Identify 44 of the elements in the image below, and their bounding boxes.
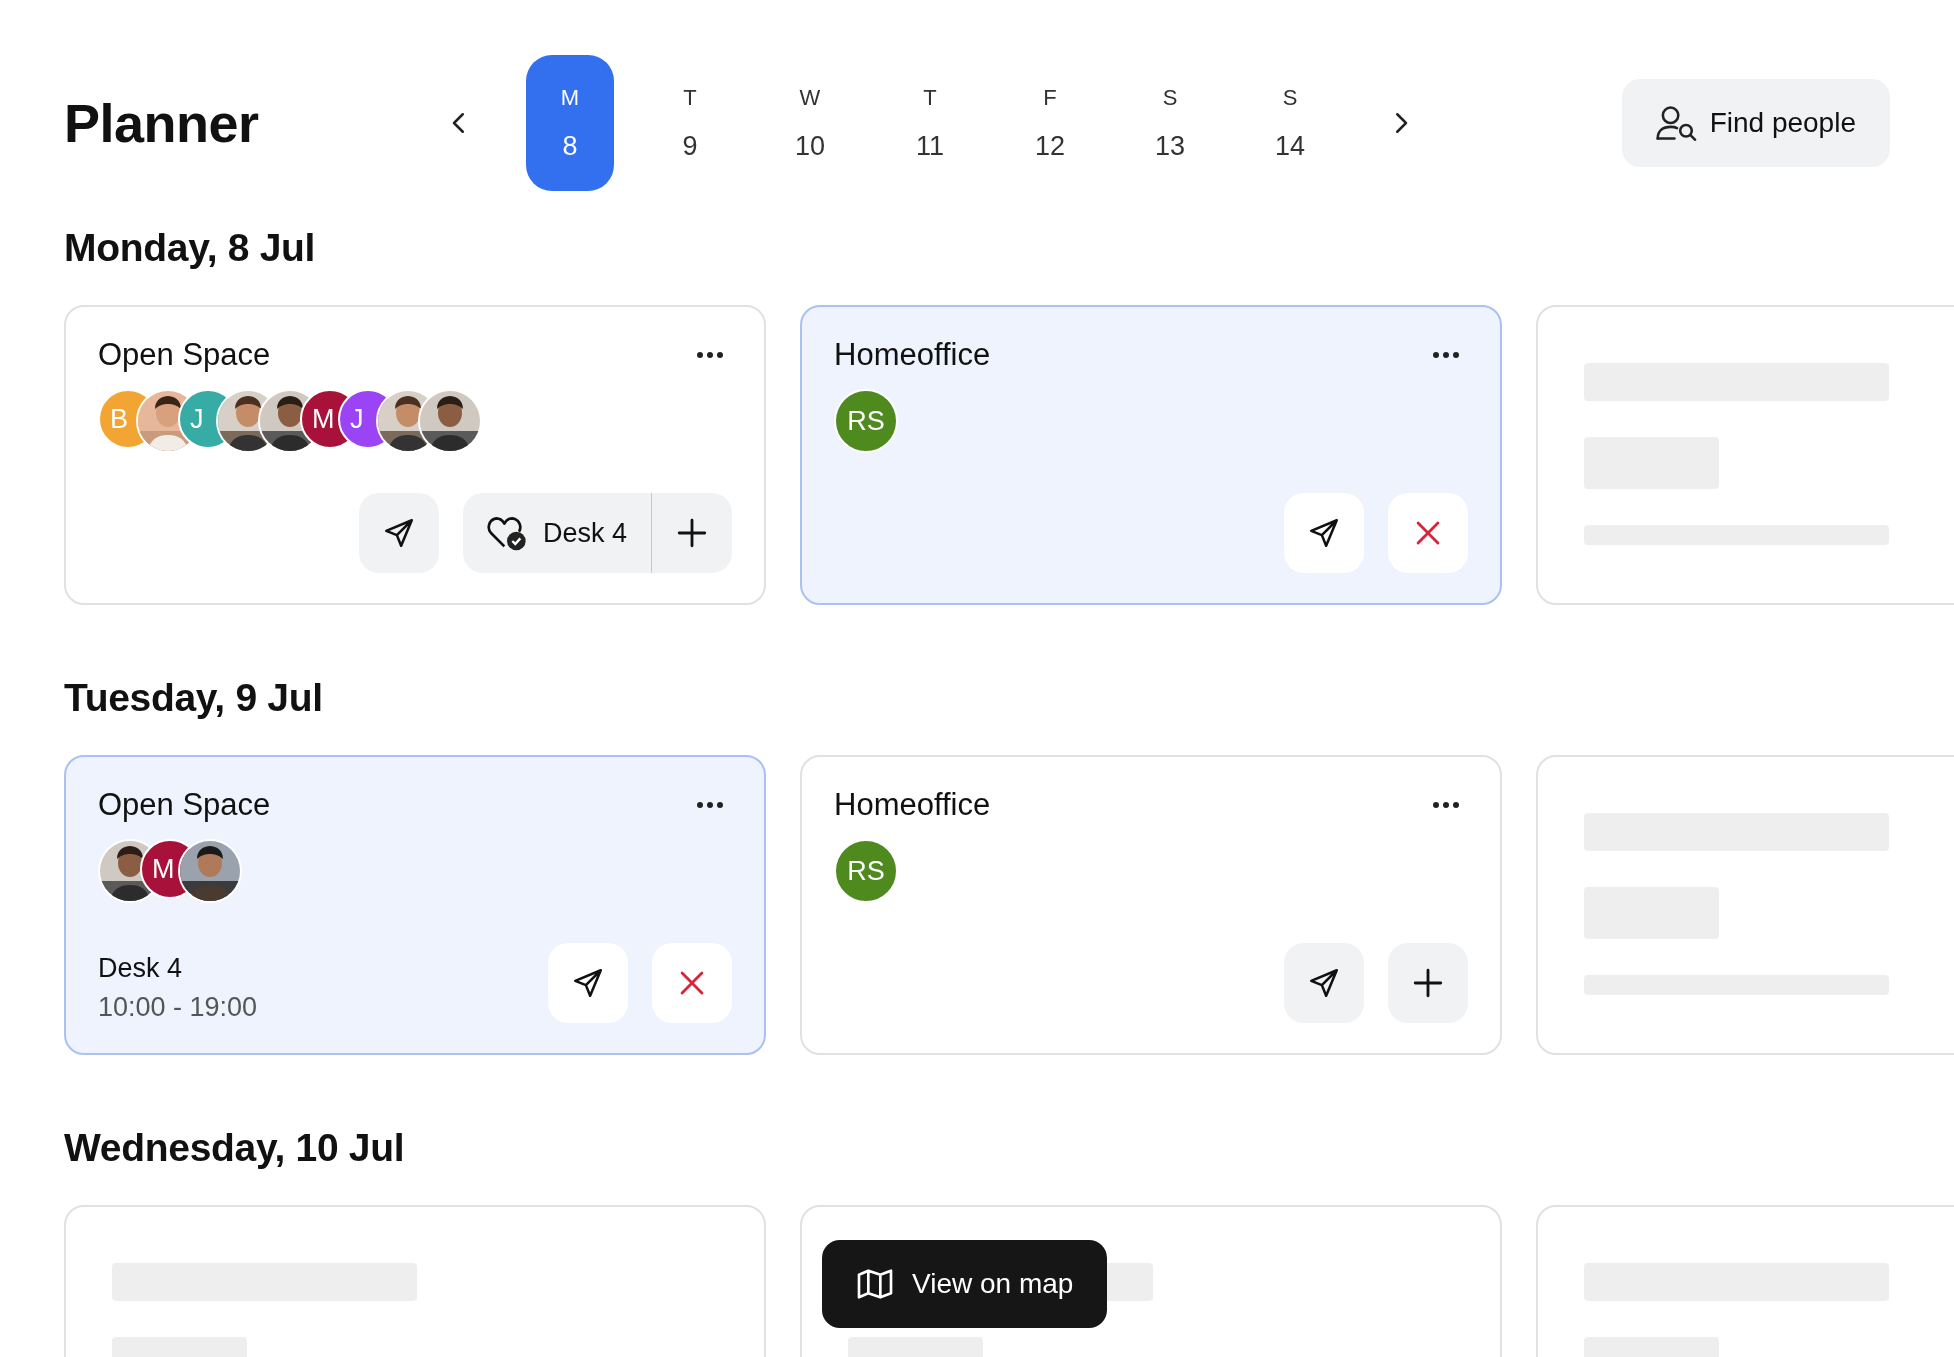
send-icon (1307, 516, 1341, 550)
time-range: 10:00 - 19:00 (98, 992, 258, 1023)
day-heading: Wednesday, 10 Jul (64, 1125, 406, 1171)
space-name: Open Space (98, 787, 271, 823)
desk-label: Desk 4 (98, 953, 184, 984)
cancel-button[interactable] (1388, 493, 1468, 573)
space-name: Homeoffice (834, 337, 991, 373)
add-button[interactable] (1388, 943, 1468, 1023)
send-button[interactable] (1284, 493, 1364, 573)
more-icon[interactable] (696, 801, 724, 809)
page-title: Planner (64, 92, 260, 154)
map-icon (856, 1268, 894, 1300)
day-heading: Tuesday, 9 Jul (64, 675, 324, 721)
send-icon (1307, 966, 1341, 1000)
heart-check-icon (486, 514, 527, 552)
send-icon (571, 966, 605, 1000)
avatar: RS (834, 389, 898, 453)
space-card[interactable]: Homeoffice RS (800, 755, 1502, 1055)
day-tab[interactable]: F 12 (1006, 55, 1094, 191)
person-search-icon (1655, 105, 1698, 141)
day-tab[interactable]: W 10 (766, 55, 854, 191)
view-on-map-button[interactable]: View on map (822, 1240, 1108, 1328)
space-name: Homeoffice (834, 787, 991, 823)
space-card[interactable]: Open Space M Desk 4 10:00 - 19:00 (64, 755, 766, 1055)
more-icon[interactable] (696, 351, 724, 359)
send-button[interactable] (548, 943, 628, 1023)
plus-icon (675, 516, 709, 550)
day-tab[interactable]: S 14 (1246, 55, 1334, 191)
day-tab[interactable]: T 11 (886, 55, 974, 191)
space-card[interactable]: Homeoffice RS (800, 305, 1502, 605)
avatar: RS (834, 839, 898, 903)
day-heading: Monday, 8 Jul (64, 225, 317, 271)
plus-icon (1411, 966, 1445, 1000)
find-people-button[interactable]: Find people (1621, 79, 1890, 167)
day-tab[interactable]: M 8 (526, 55, 614, 191)
day-tab[interactable]: S 13 (1126, 55, 1214, 191)
space-card[interactable]: Open Space B J M J Desk 4 (64, 305, 766, 605)
send-button[interactable] (358, 493, 439, 573)
send-button[interactable] (1284, 943, 1364, 1023)
day-tab[interactable]: T 9 (646, 55, 734, 191)
more-icon[interactable] (1432, 351, 1460, 359)
space-name: Open Space (98, 337, 271, 373)
more-icon[interactable] (1432, 801, 1460, 809)
cancel-button[interactable] (652, 943, 732, 1023)
